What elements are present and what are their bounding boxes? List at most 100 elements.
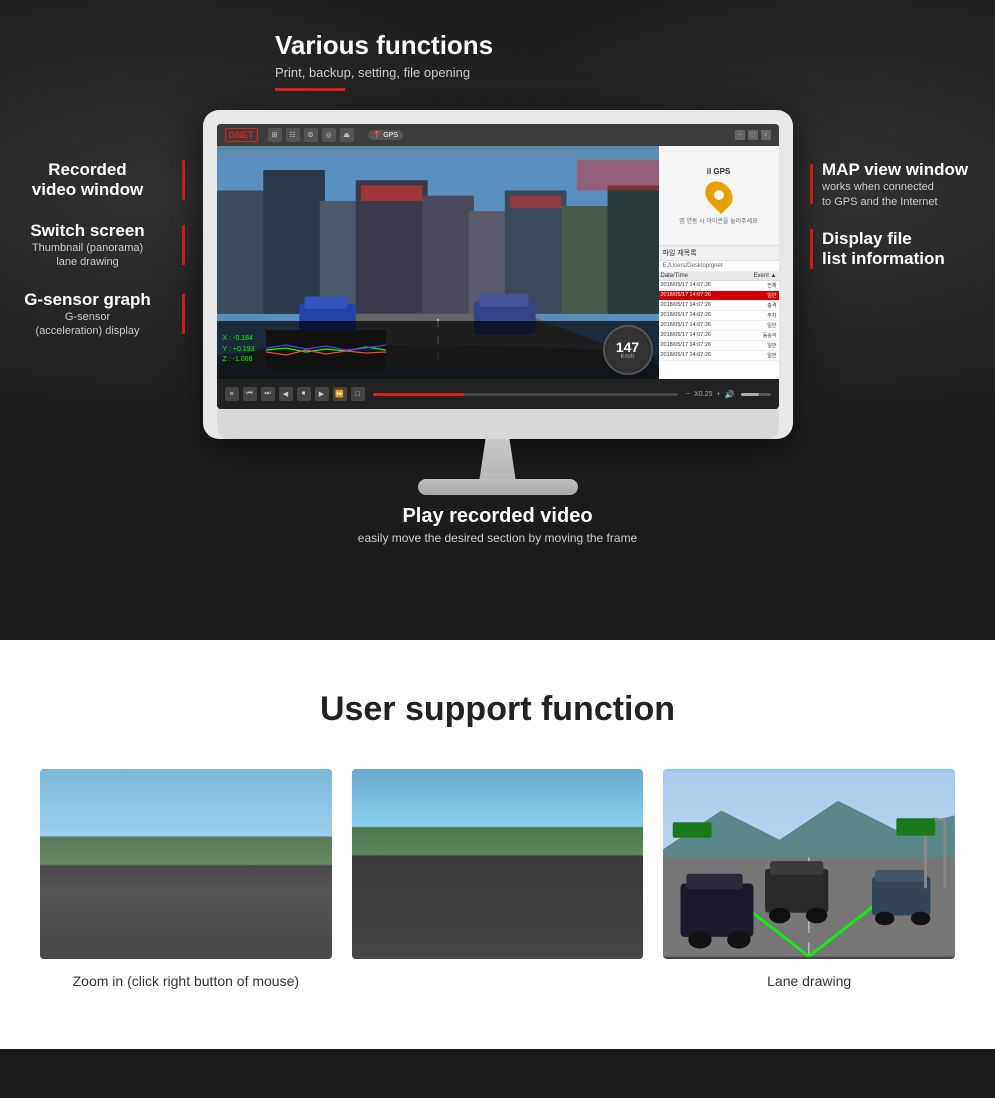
menu-button[interactable]: ≡ bbox=[225, 387, 239, 401]
speed-unit: Km/h bbox=[620, 354, 634, 360]
various-functions-label: Various functions Print, backup, setting… bbox=[275, 30, 493, 91]
play-button[interactable]: ▶ bbox=[315, 387, 329, 401]
title-underline bbox=[275, 88, 345, 91]
monitor-caption: Play recorded video easily move the desi… bbox=[203, 505, 793, 545]
video-area: X : -0.184 Y : +0.193 Z : -1.008 bbox=[217, 146, 659, 379]
monitor-stand-neck bbox=[468, 439, 528, 479]
zoom-value: X0.25 bbox=[694, 391, 712, 398]
file-row[interactable]: 2018/05/17 14:07:26 일반 bbox=[659, 321, 779, 331]
app-logo: GNET bbox=[225, 128, 258, 142]
file-list-title: Display filelist information bbox=[822, 229, 995, 270]
volume-fill bbox=[741, 393, 759, 396]
rewind-button[interactable]: ◀ bbox=[279, 387, 293, 401]
app-interface: GNET ⊞ ☷ ⚙ ◎ ⏏ 📍 GPS − bbox=[217, 124, 779, 409]
map-view-title: MAP view window bbox=[822, 160, 995, 180]
app-titlebar: GNET ⊞ ☷ ⚙ ◎ ⏏ 📍 GPS − bbox=[217, 124, 779, 146]
g-sensor-label: G-sensor graph G-sensor(acceleration) di… bbox=[0, 290, 185, 339]
monitor-screen: GNET ⊞ ☷ ⚙ ◎ ⏏ 📍 GPS − bbox=[217, 124, 779, 409]
gps-panel-title: il GPS bbox=[707, 167, 731, 176]
file-row[interactable]: 2018/05/17 14:07:26 전체 bbox=[659, 281, 779, 291]
user-support-grid: Zoom in (click right button of mouse) bbox=[40, 769, 955, 989]
g-sensor-sub: G-sensor(acceleration) display bbox=[0, 310, 175, 339]
monitor-body: GNET ⊞ ☷ ⚙ ◎ ⏏ 📍 GPS − bbox=[203, 110, 793, 439]
zoom-in-caption: Zoom in (click right button of mouse) bbox=[40, 973, 332, 989]
left-annotations: Recordedvideo window Switch screen Thumb… bbox=[0, 160, 185, 339]
speedometer: 147 Km/h bbox=[603, 325, 653, 375]
toolbar-icon-1[interactable]: ⊞ bbox=[268, 128, 282, 142]
file-row[interactable]: 2018/05/17 14:07:26 동승석 bbox=[659, 331, 779, 341]
lane-image bbox=[663, 769, 955, 959]
volume-icon[interactable]: 🔊 bbox=[725, 390, 735, 399]
volume-slider[interactable] bbox=[741, 393, 771, 396]
top-section: Various functions Print, backup, setting… bbox=[0, 0, 995, 640]
map-view-label: MAP view window works when connectedto G… bbox=[810, 160, 995, 209]
player-controls: ≡ ⏮ ⏭ ◀ ⏹ ▶ ⏩ □ − X0.25 + � bbox=[217, 379, 779, 409]
header-datetime: Date/Time bbox=[661, 273, 738, 279]
zoom-label: − bbox=[686, 391, 690, 398]
gps-icon: 📍 bbox=[373, 131, 382, 139]
sensor-x: X : -0.184 bbox=[223, 334, 255, 345]
sensor-z: Z : -1.008 bbox=[223, 355, 255, 366]
user-support-title: User support function bbox=[40, 690, 955, 729]
various-functions-title: Various functions bbox=[275, 30, 493, 61]
file-row[interactable]: 2018/05/17 14:07:26 충격 bbox=[659, 301, 779, 311]
file-row[interactable]: 2018/05/17 14:07:26 주차 bbox=[659, 311, 779, 321]
window-controls: − □ × bbox=[735, 130, 771, 140]
g-sensor-title: G-sensor graph bbox=[0, 290, 175, 310]
monitor-caption-sub: easily move the desired section by movin… bbox=[233, 531, 763, 545]
gps-pin-icon bbox=[699, 175, 737, 213]
monitor-container: GNET ⊞ ☷ ⚙ ◎ ⏏ 📍 GPS − bbox=[203, 110, 793, 545]
prev-frame-button[interactable]: ⏭ bbox=[261, 387, 275, 401]
video-overlay-bar: X : -0.184 Y : +0.193 Z : -1.008 bbox=[217, 321, 659, 379]
snapshot-button[interactable]: □ bbox=[351, 387, 365, 401]
fast-forward-button[interactable]: ⏩ bbox=[333, 387, 347, 401]
lane-caption: Lane drawing bbox=[663, 973, 955, 989]
stop-button[interactable]: ⏹ bbox=[297, 387, 311, 401]
g-sensor-graph bbox=[266, 330, 386, 370]
file-list-panel: 파일 재목록 E:/Users/Desktop/gnet Date/Time E… bbox=[659, 246, 779, 379]
right-annotations: MAP view window works when connectedto G… bbox=[810, 160, 995, 270]
maximize-button[interactable]: □ bbox=[748, 130, 758, 140]
minimize-button[interactable]: − bbox=[735, 130, 745, 140]
prev-start-button[interactable]: ⏮ bbox=[243, 387, 257, 401]
file-list-label: Display filelist information bbox=[810, 229, 995, 270]
switch-screen-title: Switch screen bbox=[0, 221, 175, 241]
monitor-stand-base bbox=[418, 479, 578, 495]
lane-svg bbox=[663, 769, 955, 959]
toolbar-icon-2[interactable]: ☷ bbox=[286, 128, 300, 142]
switch-screen-sub: Thumbnail (panorama)lane drawing bbox=[0, 241, 175, 270]
toolbar-icon-5[interactable]: ⏏ bbox=[340, 128, 354, 142]
bottom-section: User support function bbox=[0, 640, 995, 1049]
progress-fill bbox=[373, 393, 465, 396]
various-functions-subtitle: Print, backup, setting, file opening bbox=[275, 65, 493, 80]
support-item-follow bbox=[352, 769, 644, 973]
toolbar-icon-3[interactable]: ⚙ bbox=[304, 128, 318, 142]
monitor-caption-title: Play recorded video bbox=[233, 505, 763, 528]
recorded-video-title: Recordedvideo window bbox=[0, 160, 175, 201]
switch-screen-label: Switch screen Thumbnail (panorama)lane d… bbox=[0, 221, 185, 270]
gps-status-badge: 📍 GPS bbox=[368, 130, 404, 140]
file-row[interactable]: 2018/05/17 14:07:26 일반 bbox=[659, 291, 779, 301]
zoom-in-image bbox=[40, 769, 332, 959]
gps-instruction-text: 앱 연동 시 아이콘을 눌러주세요 bbox=[679, 216, 757, 225]
zoom-in-svg bbox=[40, 769, 332, 959]
header-event: Event ▲ bbox=[738, 273, 777, 279]
file-table-header: Date/Time Event ▲ bbox=[659, 272, 779, 281]
support-item-zoom: Zoom in (click right button of mouse) bbox=[40, 769, 332, 989]
sensor-y: Y : +0.193 bbox=[223, 345, 255, 356]
recorded-video-label: Recordedvideo window bbox=[0, 160, 185, 201]
toolbar-icon-4[interactable]: ◎ bbox=[322, 128, 336, 142]
file-row[interactable]: 2018/05/17 14:07:26 일반 bbox=[659, 341, 779, 351]
support-item-lane: Lane drawing bbox=[663, 769, 955, 989]
close-button[interactable]: × bbox=[761, 130, 771, 140]
file-row[interactable]: 2018/05/17 14:07:26 일반 bbox=[659, 351, 779, 361]
speed-value: 147 bbox=[616, 340, 639, 354]
progress-bar[interactable] bbox=[373, 393, 679, 396]
zoom-plus: + bbox=[716, 391, 720, 398]
right-panel: il GPS 앱 연동 시 아이콘을 눌러주세요 파일 재목록 E:/Users… bbox=[659, 146, 779, 379]
map-view-sub: works when connectedto GPS and the Inter… bbox=[822, 180, 995, 209]
follow-image bbox=[352, 769, 644, 959]
follow-svg bbox=[352, 769, 644, 959]
toolbar-icons: ⊞ ☷ ⚙ ◎ ⏏ bbox=[268, 128, 354, 142]
sensor-data: X : -0.184 Y : +0.193 Z : -1.008 bbox=[223, 334, 255, 366]
